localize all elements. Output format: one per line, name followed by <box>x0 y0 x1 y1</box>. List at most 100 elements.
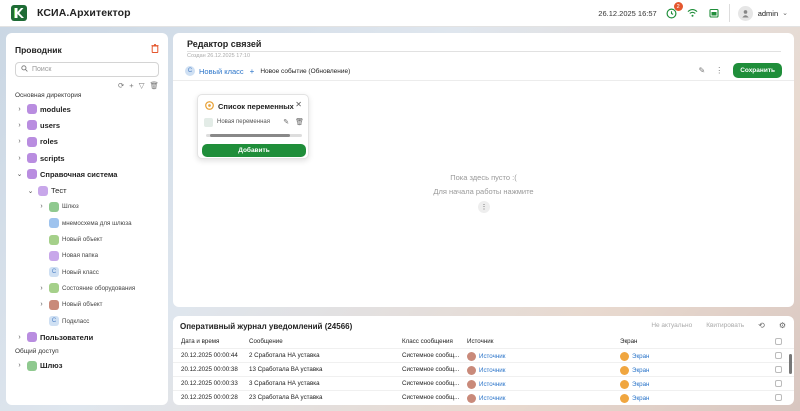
table-row[interactable]: 20.12.2025 00:00:28 23 Сработала ВА устав… <box>173 390 794 404</box>
screen-link[interactable]: Экран <box>632 381 649 388</box>
folder-icon <box>27 104 37 115</box>
row-screen[interactable]: Экран <box>620 380 649 389</box>
tree-item[interactable]: › roles <box>15 134 159 150</box>
table-row[interactable]: 20.12.2025 00:00:33 3 Сработала НА уставк… <box>173 376 794 390</box>
wifi-icon[interactable] <box>687 7 699 19</box>
row-checkbox[interactable] <box>775 380 782 387</box>
tree-item[interactable]: › scripts <box>15 150 159 166</box>
chevron-right-icon[interactable]: › <box>15 155 24 162</box>
tree-item[interactable]: ⌄ Тест <box>15 182 159 198</box>
row-class: Системное сообщ... <box>402 352 460 359</box>
select-all-checkbox[interactable] <box>775 338 782 345</box>
acknowledge-button[interactable]: Квитировать <box>706 322 744 329</box>
vertical-scrollbar[interactable] <box>789 340 792 402</box>
plus-icon[interactable]: + <box>250 67 255 76</box>
chevron-right-icon[interactable]: › <box>15 362 24 369</box>
source-link[interactable]: Источник <box>479 395 505 402</box>
search-input[interactable]: Поиск <box>15 62 159 77</box>
tree-item[interactable]: C Подкласс <box>15 313 159 329</box>
tree-item[interactable]: › Состояние оборудования <box>15 280 159 296</box>
tree-item[interactable]: ⌄ Справочная система <box>15 166 159 182</box>
row-screen[interactable]: Экран <box>620 394 649 403</box>
tree-item[interactable]: › Шлюз <box>15 357 159 373</box>
empty-state-hint: Для начала работы нажмите <box>433 187 534 196</box>
history-icon[interactable]: ⟲ <box>758 321 765 330</box>
source-link[interactable]: Источник <box>479 381 505 388</box>
row-screen[interactable]: Экран <box>620 366 649 375</box>
chevron-right-icon[interactable]: › <box>15 122 24 129</box>
column-header[interactable]: Класс сообщения <box>402 338 453 345</box>
tree-item[interactable]: › users <box>15 117 159 133</box>
mark-irrelevant-button[interactable]: Не актуально <box>651 322 692 329</box>
row-source[interactable]: Источник <box>467 394 505 403</box>
variable-name: Новая переменная <box>217 119 270 125</box>
source-link[interactable]: Источник <box>479 353 505 360</box>
more-icon[interactable]: ⋮ <box>715 66 723 75</box>
column-header[interactable]: Экран <box>620 338 637 345</box>
tree-item[interactable]: мнемосхема для шлюза <box>15 215 159 231</box>
notifications-icon[interactable]: 2 <box>666 2 683 19</box>
section-shared-label: Общий доступ <box>15 348 59 356</box>
row-source[interactable]: Источник <box>467 380 505 389</box>
close-icon[interactable]: ✕ <box>295 100 302 109</box>
table-row[interactable]: 20.12.2025 00:00:44 2 Сработала НА уставк… <box>173 348 794 362</box>
tree-item-label: Подкласс <box>62 317 90 325</box>
trash-icon[interactable]: 🗑 <box>295 118 304 126</box>
chevron-right-icon[interactable]: › <box>15 138 24 145</box>
tree-item-label: Пользователи <box>40 332 94 342</box>
table-row[interactable]: 20.12.2025 00:00:38 13 Сработала ВА устав… <box>173 362 794 376</box>
add-button[interactable]: Добавить <box>202 144 306 157</box>
chevron-right-icon[interactable]: › <box>37 301 46 308</box>
delete-icon[interactable]: 🗑 <box>149 81 159 90</box>
edit-icon[interactable]: ✎ <box>698 66 705 75</box>
tree-item[interactable]: C Новый класс <box>15 264 159 280</box>
row-message: 23 Сработала ВА уставка <box>249 394 323 401</box>
column-header[interactable]: Дата и время <box>181 338 219 345</box>
folder-icon <box>27 153 37 164</box>
user-avatar-icon[interactable] <box>737 5 753 21</box>
folder-icon <box>49 250 59 261</box>
tree-item[interactable]: › Шлюз <box>15 199 159 215</box>
row-source[interactable]: Источник <box>467 352 505 361</box>
add-icon[interactable]: + <box>129 81 133 90</box>
notifications-journal: Оперативный журнал уведомлений (24566) Н… <box>173 316 794 405</box>
screen-link[interactable]: Экран <box>632 367 649 374</box>
username-label[interactable]: admin <box>758 9 778 18</box>
source-link[interactable]: Источник <box>479 367 505 374</box>
row-checkbox[interactable] <box>775 394 782 401</box>
calendar-icon[interactable] <box>708 7 720 19</box>
gear-icon[interactable]: ⚙ <box>779 321 786 330</box>
tree-item[interactable]: › Пользователи <box>15 329 159 345</box>
tree-item[interactable]: Новый объект <box>15 231 159 247</box>
filter-icon[interactable]: ▽ <box>139 81 145 90</box>
tree-item[interactable]: › Новый объект <box>15 297 159 313</box>
row-screen[interactable]: Экран <box>620 352 649 361</box>
breadcrumb-event[interactable]: Новое событие (Обновление) <box>260 68 350 75</box>
variable-item[interactable]: Новая переменная ✎ 🗑 <box>204 115 304 129</box>
chevron-down-icon[interactable]: ⌄ <box>782 9 788 17</box>
column-header[interactable]: Сообщение <box>249 338 283 345</box>
horizontal-scrollbar[interactable] <box>206 134 302 137</box>
edit-icon[interactable]: ✎ <box>283 118 289 126</box>
row-date: 20.12.2025 00:00:33 <box>181 380 238 387</box>
chevron-right-icon[interactable]: › <box>15 334 24 341</box>
chevron-right-icon[interactable]: › <box>37 285 46 292</box>
column-header[interactable]: Источник <box>467 338 493 345</box>
refresh-icon[interactable]: ⟳ <box>118 81 124 90</box>
breadcrumb-class-link[interactable]: Новый класс <box>199 67 244 76</box>
save-button[interactable]: Сохранить <box>733 63 782 78</box>
tree-item[interactable]: Новая папка <box>15 248 159 264</box>
chevron-right-icon[interactable]: › <box>15 106 24 113</box>
tree-item-label: roles <box>40 137 58 147</box>
chevron-down-icon[interactable]: ⌄ <box>26 187 35 195</box>
chevron-right-icon[interactable]: › <box>37 203 46 210</box>
more-icon[interactable]: ⋮ <box>478 201 490 213</box>
tree-item[interactable]: › modules <box>15 101 159 117</box>
row-source[interactable]: Источник <box>467 366 505 375</box>
trash-icon[interactable] <box>151 44 159 55</box>
chevron-down-icon[interactable]: ⌄ <box>15 170 24 178</box>
row-checkbox[interactable] <box>775 366 782 373</box>
screen-link[interactable]: Экран <box>632 395 649 402</box>
screen-link[interactable]: Экран <box>632 353 649 360</box>
row-checkbox[interactable] <box>775 352 782 359</box>
